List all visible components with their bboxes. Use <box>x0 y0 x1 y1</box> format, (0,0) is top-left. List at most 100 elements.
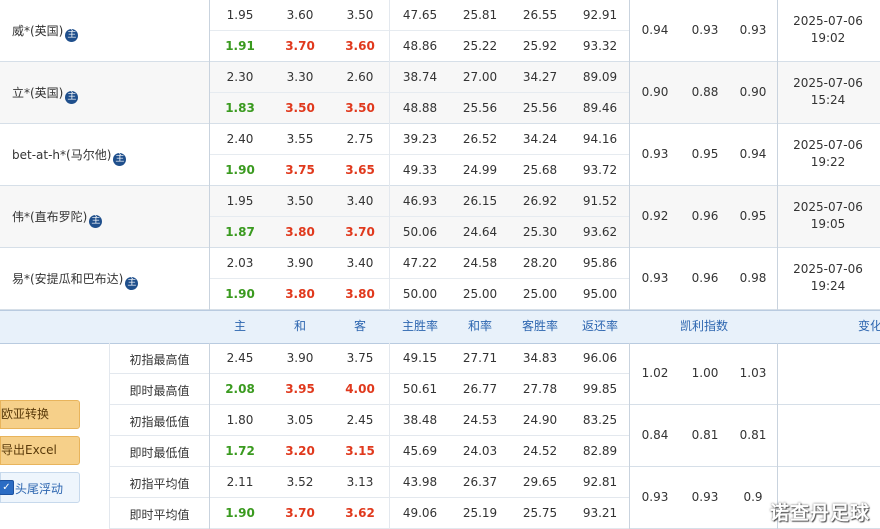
update-time: 19:24 <box>810 279 846 293</box>
header-home: 主 <box>233 319 246 333</box>
stat-cell: 24.03 <box>462 444 498 458</box>
company-name-text: bet-at-h*(马尔他) <box>12 148 112 162</box>
convert-button[interactable]: 欧亚转换 <box>0 400 80 429</box>
home-indicator-icon: 主 <box>65 29 79 42</box>
stat-cell: 92.81 <box>582 475 618 489</box>
company-name-text: 立*(英国) <box>12 86 64 100</box>
stat-kelly-cell: 1.02 <box>641 366 669 380</box>
stat-cell: 2.45 <box>226 351 254 365</box>
stat-cell: 50.61 <box>402 382 438 396</box>
stat-cell: 2.08 <box>225 382 255 396</box>
update-date: 2025-07-06 <box>793 14 863 28</box>
stat-kelly-cell: 1.00 <box>691 366 719 380</box>
stat-row-label: 即时平均值 <box>129 508 190 522</box>
open-odds-cell: 3.90 <box>286 256 314 270</box>
stat-cell: 3.95 <box>285 382 315 396</box>
kelly-cell: 0.96 <box>691 209 719 223</box>
open-odds-cell: 47.22 <box>402 256 438 270</box>
header-home-rate: 主胜率 <box>401 319 438 333</box>
float-toggle[interactable]: ✓ 头尾浮动 <box>0 472 80 503</box>
header-kelly: 凯利指数 <box>679 319 728 333</box>
open-odds-cell: 3.60 <box>286 8 314 22</box>
open-odds-cell: 26.92 <box>522 194 558 208</box>
float-label: 头尾浮动 <box>15 482 64 496</box>
live-odds-cell: 1.90 <box>225 163 255 177</box>
live-odds-cell: 3.70 <box>345 225 375 239</box>
stat-cell: 27.71 <box>462 351 498 365</box>
home-indicator-icon: 主 <box>125 277 139 290</box>
open-odds-cell: 89.09 <box>582 70 618 84</box>
stat-cell: 45.69 <box>402 444 438 458</box>
open-odds-cell: 47.65 <box>402 8 438 22</box>
kelly-cell: 0.95 <box>739 209 767 223</box>
header-away-rate: 客胜率 <box>521 319 558 333</box>
stat-cell: 1.72 <box>225 444 255 458</box>
company-name[interactable]: 伟*(直布罗陀) 主 <box>0 208 209 228</box>
company-name-text: 威*(英国) <box>12 24 64 38</box>
open-odds-cell: 2.40 <box>226 132 254 146</box>
update-time: 19:22 <box>810 155 846 169</box>
live-odds-cell: 3.80 <box>285 225 315 239</box>
company-name[interactable]: 立*(英国) 主 <box>0 84 209 104</box>
header-change: 变化 <box>857 319 880 333</box>
open-odds-cell: 3.55 <box>286 132 314 146</box>
kelly-cell: 0.90 <box>739 85 767 99</box>
stat-cell: 34.83 <box>522 351 558 365</box>
kelly-cell: 0.93 <box>641 147 669 161</box>
kelly-cell: 0.94 <box>641 23 669 37</box>
export-excel-button[interactable]: 导出Excel <box>0 436 80 465</box>
live-odds-cell: 25.56 <box>522 101 558 115</box>
live-odds-cell: 25.68 <box>522 163 558 177</box>
open-odds-cell: 91.52 <box>582 194 618 208</box>
home-indicator-icon: 主 <box>113 153 127 166</box>
open-odds-cell: 2.30 <box>226 70 254 84</box>
live-odds-cell: 24.64 <box>462 225 498 239</box>
stat-row-label: 初指平均值 <box>129 477 190 491</box>
open-odds-cell: 2.60 <box>346 70 374 84</box>
live-odds-cell: 3.75 <box>285 163 315 177</box>
kelly-cell: 0.90 <box>641 85 669 99</box>
company-name[interactable]: 易*(安提瓜和巴布达) 主 <box>0 270 209 290</box>
open-odds-cell: 34.27 <box>522 70 558 84</box>
float-checkbox[interactable]: ✓ <box>0 480 14 495</box>
stat-cell: 27.78 <box>522 382 558 396</box>
live-odds-cell: 1.90 <box>225 287 255 301</box>
stat-cell: 1.90 <box>225 506 255 520</box>
stat-cell: 3.62 <box>345 506 375 520</box>
stat-cell: 26.77 <box>462 382 498 396</box>
stat-cell: 93.21 <box>582 506 618 520</box>
open-odds-cell: 38.74 <box>402 70 438 84</box>
company-name[interactable]: 威*(英国) 主 <box>0 22 209 42</box>
live-odds-cell: 3.80 <box>285 287 315 301</box>
stat-cell: 3.13 <box>346 475 374 489</box>
live-odds-cell: 25.22 <box>462 39 498 53</box>
company-name[interactable]: bet-at-h*(马尔他) 主 <box>0 146 209 166</box>
kelly-cell: 0.93 <box>641 271 669 285</box>
open-odds-cell: 25.81 <box>462 8 498 22</box>
update-time: 15:24 <box>810 93 846 107</box>
open-odds-cell: 92.91 <box>582 8 618 22</box>
stat-kelly-cell: 1.03 <box>739 366 767 380</box>
stat-row-label: 即时最低值 <box>129 446 190 460</box>
stat-cell: 24.53 <box>462 413 498 427</box>
live-odds-cell: 48.88 <box>402 101 438 115</box>
kelly-cell: 0.96 <box>691 271 719 285</box>
live-odds-cell: 3.50 <box>285 101 315 115</box>
export-excel-button-label: 导出Excel <box>1 443 57 457</box>
live-odds-cell: 50.00 <box>402 287 438 301</box>
open-odds-cell: 1.95 <box>226 194 254 208</box>
kelly-cell: 0.94 <box>739 147 767 161</box>
live-odds-cell: 93.62 <box>582 225 618 239</box>
stat-kelly-cell: 0.93 <box>691 490 719 504</box>
live-odds-cell: 1.91 <box>225 39 255 53</box>
live-odds-cell: 3.70 <box>285 39 315 53</box>
live-odds-cell: 25.00 <box>462 287 498 301</box>
live-odds-cell: 3.60 <box>345 39 375 53</box>
kelly-cell: 0.93 <box>739 23 767 37</box>
live-odds-cell: 3.65 <box>345 163 375 177</box>
stat-cell: 24.52 <box>522 444 558 458</box>
live-odds-cell: 25.00 <box>522 287 558 301</box>
stat-cell: 49.06 <box>402 506 438 520</box>
update-date: 2025-07-06 <box>793 138 863 152</box>
stat-cell: 96.06 <box>582 351 618 365</box>
